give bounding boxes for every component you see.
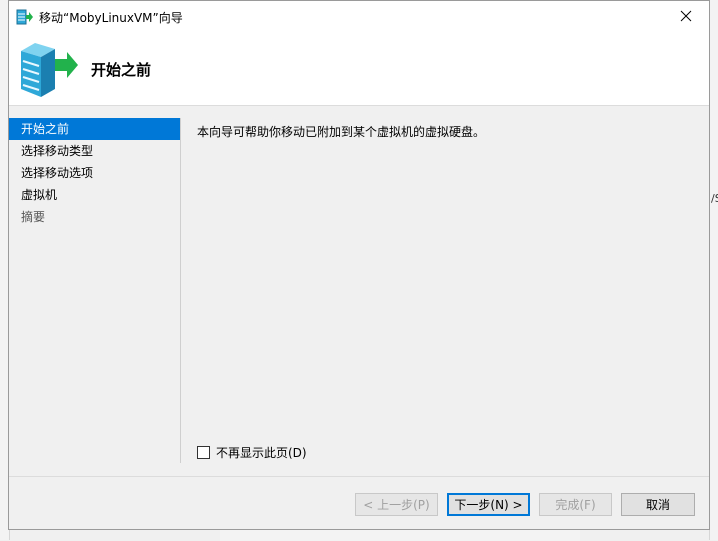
wizard-step-list: 开始之前 选择移动类型 选择移动选项 虚拟机 摘要 — [9, 118, 181, 463]
nav-item-choose-move-type[interactable]: 选择移动类型 — [9, 140, 181, 162]
finish-button[interactable]: 完成(F) — [539, 493, 612, 516]
previous-button[interactable]: < 上一步(P) — [355, 493, 438, 516]
description-text: 本向导可帮助你移动已附加到某个虚拟机的虚拟硬盘。 — [197, 125, 486, 139]
dont-show-again-label: 不再显示此页(D) — [216, 446, 307, 460]
page-title: 开始之前 — [91, 61, 152, 79]
server-move-icon — [16, 9, 33, 25]
footer-divider — [9, 476, 709, 477]
close-button[interactable] — [663, 1, 709, 31]
move-wizard-dialog: 移动“MobyLinuxVM”向导 开始之前 开始之前 选择移动类型 选择移动选… — [8, 0, 710, 530]
nav-item-summary[interactable]: 摘要 — [9, 206, 181, 228]
nav-divider — [180, 118, 181, 463]
close-icon — [680, 10, 692, 22]
background-window-right: /S — [709, 0, 718, 540]
nav-item-before-you-begin[interactable]: 开始之前 — [9, 118, 181, 140]
server-move-large-icon — [21, 43, 78, 97]
nav-item-virtual-machine[interactable]: 虚拟机 — [9, 184, 181, 206]
dont-show-again-option[interactable]: 不再显示此页(D) — [197, 444, 307, 461]
background-text-fragment: /S — [711, 192, 718, 205]
dont-show-again-checkbox[interactable] — [197, 446, 210, 459]
wizard-header: 开始之前 — [9, 33, 709, 106]
nav-item-choose-move-options[interactable]: 选择移动选项 — [9, 162, 181, 184]
window-title: 移动“MobyLinuxVM”向导 — [39, 11, 183, 25]
cancel-button[interactable]: 取消 — [621, 493, 695, 516]
next-button[interactable]: 下一步(N) > — [447, 493, 530, 516]
title-bar: 移动“MobyLinuxVM”向导 — [9, 1, 709, 33]
